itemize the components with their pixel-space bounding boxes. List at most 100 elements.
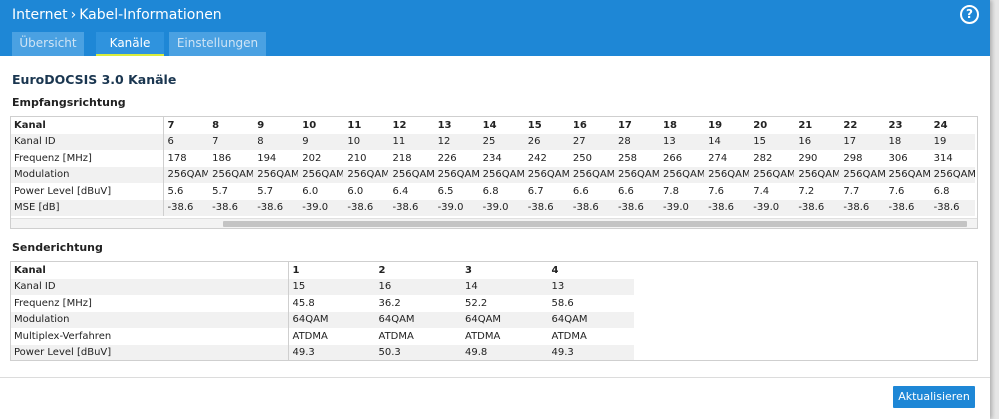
table-cell: -38.6: [613, 199, 660, 216]
table-cell: -38.6: [388, 199, 434, 216]
table-cell: 5.7: [212, 185, 229, 197]
table-cell: 6.5: [437, 185, 454, 197]
help-icon[interactable]: ?: [960, 5, 979, 24]
table-cell: 21: [798, 119, 813, 131]
table-cell: 6.0: [347, 185, 364, 197]
downstream-title: Empfangsrichtung: [12, 96, 126, 109]
table-cell: 5.6: [167, 185, 184, 197]
tab-uebersicht[interactable]: Übersicht: [12, 32, 84, 56]
table-cell: 64QAM: [547, 311, 634, 328]
table-cell: 16: [794, 133, 840, 150]
table-cell: 14: [461, 278, 548, 295]
table-cell: 6: [163, 133, 209, 150]
table-cell: 256QAM: [433, 166, 479, 183]
table-cell: 49.3: [547, 344, 634, 360]
chevron-right-icon: ›: [70, 7, 77, 23]
table-cell: 50.3: [374, 344, 461, 360]
horizontal-scrollbar[interactable]: [11, 218, 977, 228]
table-cell: 256QAM: [794, 166, 840, 183]
table-cell: 256QAM: [523, 166, 569, 183]
table-cell: 9: [298, 133, 344, 150]
refresh-button[interactable]: Aktualisieren: [893, 386, 975, 408]
table-cell: 218: [392, 152, 412, 164]
table-row: Multiplex-Verfahren ATDMA ATDMA ATDMA ATDMA: [11, 328, 634, 345]
table-cell: 64QAM: [461, 311, 548, 328]
table-cell: 7: [167, 119, 175, 131]
table-row: Power Level [dBuV] 5.6 5.7 5.7 6.0 6.0 6.4 6.5 6…: [11, 183, 975, 200]
table-cell: 10: [302, 119, 317, 131]
table-cell: -39.0: [478, 199, 524, 216]
breadcrumb: Internet › Kabel-Informationen: [12, 7, 222, 23]
table-cell: 20: [753, 119, 768, 131]
table-cell: 24: [933, 119, 948, 131]
table-cell: 27: [568, 133, 614, 150]
table-cell: 186: [212, 152, 232, 164]
table-cell: -39.0: [659, 199, 705, 216]
table-cell: 9: [257, 119, 265, 131]
table-cell: 298: [843, 152, 863, 164]
cable-info-window: Internet › Kabel-Informationen ? Übersicht…: [0, 0, 990, 419]
table-cell: 256QAM: [343, 166, 389, 183]
row-label: Modulation: [11, 311, 289, 328]
table-cell: -38.6: [929, 199, 975, 216]
table-cell: 13: [437, 119, 452, 131]
table-cell: 290: [798, 152, 818, 164]
table-row: MSE [dB] -38.6 -38.6 -38.6 -39.0 -38.6 -38.6 -3…: [11, 199, 975, 216]
tab-kanaele[interactable]: Kanäle: [96, 32, 164, 56]
table-cell: 314: [933, 152, 953, 164]
table-cell: 14: [704, 133, 750, 150]
table-cell: -38.6: [884, 199, 930, 216]
table-cell: 258: [617, 152, 638, 164]
row-label: Frequenz [MHz]: [11, 295, 289, 312]
table-cell: -38.6: [208, 199, 254, 216]
table-cell: 6.7: [527, 185, 544, 197]
table-row: Modulation 256QAM 256QAM 256QAM 256QAM 256QAM…: [11, 166, 975, 183]
table-cell: 202: [302, 152, 322, 164]
table-cell: 58.6: [551, 297, 574, 309]
table-cell: 256QAM: [884, 166, 930, 183]
table-cell: 8: [253, 133, 299, 150]
table-cell: 14: [482, 119, 497, 131]
table-cell: 12: [433, 133, 479, 150]
table-cell: ATDMA: [551, 330, 587, 342]
breadcrumb-internet[interactable]: Internet: [12, 7, 68, 23]
table-cell: -38.6: [253, 199, 299, 216]
table-cell: 256QAM: [388, 166, 434, 183]
table-cell: -38.6: [163, 199, 209, 216]
table-cell: 3: [465, 264, 472, 276]
table-cell: 256QAM: [749, 166, 795, 183]
table-cell: 6.6: [572, 185, 589, 197]
row-label: Kanal ID: [11, 133, 164, 150]
table-row: Kanal 1 2 3 4: [11, 262, 634, 279]
table-cell: 256QAM: [613, 166, 660, 183]
table-cell: 6.8: [482, 185, 499, 197]
header-bar: Internet › Kabel-Informationen ? Übersicht…: [0, 0, 990, 56]
table-cell: 49.3: [288, 344, 375, 360]
table-cell: 10: [343, 133, 389, 150]
table-cell: 6.0: [302, 185, 319, 197]
table-cell: 256QAM: [163, 166, 209, 183]
upstream-table: Kanal 1 2 3 4 Kanal ID 15 16 14 13 Frequenz [MHz] 4…: [10, 261, 978, 361]
row-label: Multiplex-Verfahren: [11, 328, 289, 345]
table-cell: -38.6: [343, 199, 389, 216]
table-cell: 256QAM: [704, 166, 750, 183]
table-cell: 26: [523, 133, 569, 150]
table-cell: 17: [617, 119, 632, 131]
scrollbar-thumb[interactable]: [223, 221, 967, 227]
table-cell: 178: [167, 152, 187, 164]
table-cell: 282: [753, 152, 773, 164]
table-cell: 1: [292, 264, 300, 276]
table-cell: 13: [547, 278, 634, 295]
table-cell: 7.6: [888, 185, 905, 197]
table-cell: 7: [208, 133, 254, 150]
table-cell: 18: [663, 119, 677, 131]
tab-einstellungen[interactable]: Einstellungen: [169, 32, 266, 56]
table-cell: 8: [212, 119, 220, 131]
table-cell: 17: [839, 133, 885, 150]
table-cell: -39.0: [749, 199, 795, 216]
breadcrumb-current-page: Kabel-Informationen: [79, 7, 222, 23]
row-label: Kanal: [11, 117, 164, 134]
table-cell: 15: [749, 133, 795, 150]
table-cell: 256QAM: [659, 166, 705, 183]
table-cell: 256QAM: [568, 166, 614, 183]
